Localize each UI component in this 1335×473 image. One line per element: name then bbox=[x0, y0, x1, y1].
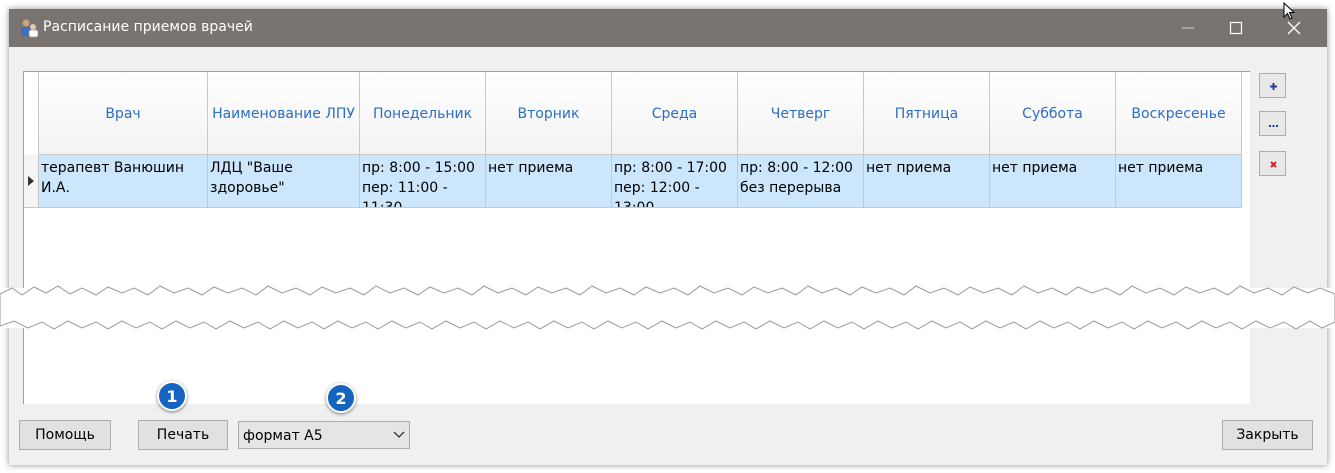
column-header-doctor[interactable]: Врач bbox=[39, 72, 208, 155]
dialog-window: Расписание приемов врачей Врач Наименова… bbox=[9, 9, 1327, 465]
ellipsis-icon bbox=[1269, 125, 1278, 127]
callout-badge-1: 1 bbox=[157, 381, 187, 411]
header-row: Врач Наименование ЛПУ Понедельник Вторни… bbox=[24, 72, 1242, 156]
doctor-app-icon bbox=[19, 18, 39, 38]
schedule-grid[interactable]: Врач Наименование ЛПУ Понедельник Вторни… bbox=[23, 71, 1250, 404]
delete-record-button[interactable] bbox=[1259, 151, 1286, 176]
cell-tuesday[interactable]: нет приема bbox=[486, 155, 612, 208]
plus-icon bbox=[1270, 83, 1277, 90]
table-row[interactable]: терапевт Ванюшин И.А. ЛДЦ "Ваше здоровье… bbox=[24, 155, 1242, 208]
torn-edge-decoration bbox=[0, 285, 1335, 330]
column-header-sunday[interactable]: Воскресенье bbox=[1116, 72, 1242, 155]
callout-badge-2: 2 bbox=[326, 383, 356, 413]
cell-monday[interactable]: пр: 8:00 - 15:00 пер: 11:00 - 11:30 bbox=[360, 155, 486, 208]
mouse-cursor-icon bbox=[1283, 2, 1296, 20]
print-format-value: формат А5 bbox=[243, 428, 323, 444]
cell-clinic[interactable]: ЛДЦ "Ваше здоровье" bbox=[208, 155, 360, 208]
help-button[interactable]: Помощь bbox=[19, 420, 111, 450]
close-icon bbox=[1287, 21, 1301, 35]
minimize-button[interactable] bbox=[1165, 9, 1211, 47]
cell-doctor[interactable]: терапевт Ванюшин И.А. bbox=[39, 155, 208, 208]
edit-record-button[interactable] bbox=[1259, 111, 1286, 136]
add-record-button[interactable] bbox=[1259, 73, 1286, 98]
column-header-friday[interactable]: Пятница bbox=[864, 72, 990, 155]
title-bar[interactable]: Расписание приемов врачей bbox=[9, 9, 1327, 47]
cell-friday[interactable]: нет приема bbox=[864, 155, 990, 208]
cell-wednesday[interactable]: пр: 8:00 - 17:00 пер: 12:00 - 13:00 bbox=[612, 155, 738, 208]
maximize-icon bbox=[1229, 21, 1243, 35]
delete-x-icon bbox=[1270, 161, 1277, 168]
column-header-clinic[interactable]: Наименование ЛПУ bbox=[208, 72, 360, 155]
column-header-wednesday[interactable]: Среда bbox=[612, 72, 738, 155]
column-header-saturday[interactable]: Суббота bbox=[990, 72, 1116, 155]
close-button[interactable]: Закрыть bbox=[1222, 420, 1313, 450]
minimize-icon bbox=[1182, 27, 1194, 29]
column-header-thursday[interactable]: Четверг bbox=[738, 72, 864, 155]
chevron-down-icon bbox=[393, 431, 405, 438]
corner-cell[interactable] bbox=[24, 72, 39, 156]
column-header-monday[interactable]: Понедельник bbox=[360, 72, 486, 155]
print-format-select[interactable]: формат А5 bbox=[238, 421, 410, 449]
window-title: Расписание приемов врачей bbox=[43, 19, 253, 35]
cell-sunday[interactable]: нет приема bbox=[1116, 155, 1242, 208]
cell-saturday[interactable]: нет приема bbox=[990, 155, 1116, 208]
row-selector[interactable] bbox=[24, 155, 39, 208]
current-row-arrow-icon bbox=[28, 176, 34, 186]
cell-thursday[interactable]: пр: 8:00 - 12:00 без перерыва bbox=[738, 155, 864, 208]
column-header-tuesday[interactable]: Вторник bbox=[486, 72, 612, 155]
maximize-button[interactable] bbox=[1213, 9, 1259, 47]
print-button[interactable]: Печать bbox=[138, 420, 228, 450]
